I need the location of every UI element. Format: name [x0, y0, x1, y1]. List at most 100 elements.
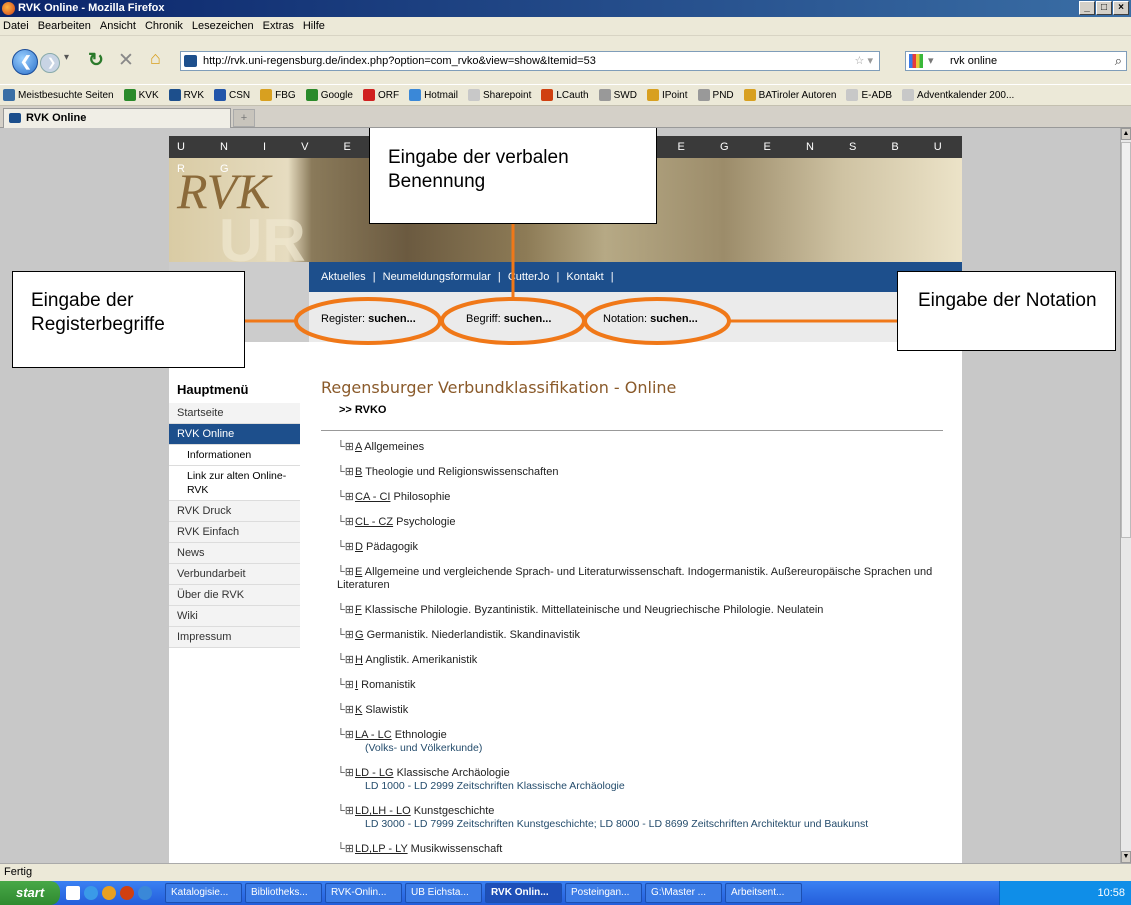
- annotation-left: Eingabe der Registerbegriffe: [12, 271, 245, 368]
- taskbar-item[interactable]: Arbeitsent...: [725, 883, 802, 903]
- bookmark-label: IPoint: [661, 89, 688, 101]
- maximize-button[interactable]: □: [1096, 1, 1112, 15]
- bookmark-label: ORF: [377, 89, 400, 101]
- bookmark-icon: [467, 89, 480, 101]
- bookmark-label: Hotmail: [424, 89, 458, 101]
- bookmark-label: Google: [320, 89, 353, 101]
- bookmark-orf[interactable]: ORF: [362, 89, 400, 101]
- quicklaunch-ie-icon[interactable]: [84, 886, 98, 900]
- tab-favicon-icon: [9, 113, 21, 123]
- bookmark-label: KVK: [138, 89, 159, 101]
- bookmark-kvk[interactable]: KVK: [123, 89, 159, 101]
- bookmark-icon: [902, 89, 915, 101]
- taskbar-item[interactable]: G:\Master ...: [645, 883, 722, 903]
- bookmark-icon: [168, 89, 181, 101]
- forward-arrow-icon: ❯: [47, 57, 57, 69]
- search-input[interactable]: ▾ rvk online ⌕: [905, 51, 1127, 71]
- menu-ansicht[interactable]: Ansicht: [100, 20, 136, 32]
- scroll-up-icon[interactable]: ▲: [1121, 128, 1131, 140]
- menu-bar: Datei Bearbeiten Ansicht Chronik Lesezei…: [0, 17, 1131, 36]
- bookmark-icon: [305, 89, 318, 101]
- back-arrow-icon: ❮: [20, 53, 32, 69]
- firefox-icon: [2, 2, 15, 15]
- bookmark-icon: [846, 89, 859, 101]
- bookmark-hotmail[interactable]: Hotmail: [409, 89, 458, 101]
- bookmark-icon: [362, 89, 375, 101]
- taskbar-item[interactable]: RVK-Onlin...: [325, 883, 402, 903]
- bookmark-google[interactable]: Google: [305, 89, 353, 101]
- bookmark-icon: [743, 89, 756, 101]
- menu-lesezeichen[interactable]: Lesezeichen: [192, 20, 254, 32]
- home-icon[interactable]: ⌂: [150, 48, 161, 69]
- annotation-right: Eingabe der Notation: [897, 271, 1116, 351]
- clock: 10:58: [1097, 887, 1125, 899]
- quicklaunch-app-icon[interactable]: [120, 886, 134, 900]
- menu-bearbeiten[interactable]: Bearbeiten: [38, 20, 91, 32]
- scroll-thumb[interactable]: [1121, 142, 1131, 538]
- bookmark-icon: [409, 89, 422, 101]
- bookmark-icon: [598, 89, 611, 101]
- scroll-down-icon[interactable]: ▼: [1121, 851, 1131, 863]
- bookmark-label: Adventkalender 200...: [917, 89, 1015, 101]
- bookmark-batiroler-autoren[interactable]: BATiroler Autoren: [743, 89, 836, 101]
- quick-launch: [66, 884, 162, 902]
- vertical-scrollbar[interactable]: ▲ ▼: [1120, 128, 1131, 863]
- bookmark-label: LCauth: [556, 89, 589, 101]
- bookmark-swd[interactable]: SWD: [598, 89, 637, 101]
- bookmark-adventkalender-200-[interactable]: Adventkalender 200...: [902, 89, 1014, 101]
- taskbar-item[interactable]: Posteingan...: [565, 883, 642, 903]
- tab-bar: RVK Online +: [0, 106, 1131, 128]
- bookmark-sharepoint[interactable]: Sharepoint: [467, 89, 532, 101]
- bookmark-star-icon[interactable]: ☆ ▾: [855, 52, 873, 70]
- stop-icon[interactable]: ✕: [118, 49, 134, 72]
- bookmark-icon: [260, 89, 273, 101]
- annotation-top: Eingabe der verbalen Benennung: [369, 128, 657, 224]
- engine-dropdown-icon[interactable]: ▾: [928, 52, 934, 70]
- tab-rvk-online[interactable]: RVK Online: [3, 108, 231, 128]
- bookmark-pnd[interactable]: PND: [697, 89, 734, 101]
- window-title: RVK Online - Mozilla Firefox: [18, 2, 165, 14]
- minimize-button[interactable]: _: [1079, 1, 1095, 15]
- page-viewport: U N I V E R S I T Ä T R E G E N S B U R …: [0, 128, 1120, 863]
- bookmark-label: Meistbesuchte Seiten: [18, 89, 114, 101]
- url-bar[interactable]: http://rvk.uni-regensburg.de/index.php?o…: [180, 51, 880, 71]
- forward-button[interactable]: ❯: [40, 53, 60, 73]
- search-value: rvk online: [950, 55, 998, 67]
- bookmark-icon: [541, 89, 554, 101]
- menu-extras[interactable]: Extras: [263, 20, 294, 32]
- bookmark-e-adb[interactable]: E-ADB: [846, 89, 892, 101]
- navigation-toolbar: ❮ ❯ ▾ ↻ ✕ ⌂ http://rvk.uni-regensburg.de…: [0, 36, 1131, 84]
- bookmark-ipoint[interactable]: IPoint: [646, 89, 688, 101]
- close-button[interactable]: ×: [1113, 1, 1129, 15]
- new-tab-button[interactable]: +: [233, 109, 255, 127]
- bookmark-meistbesuchte-seiten[interactable]: Meistbesuchte Seiten: [3, 89, 114, 101]
- taskbar-item[interactable]: RVK Onlin...: [485, 883, 562, 903]
- menu-datei[interactable]: Datei: [3, 20, 29, 32]
- bookmark-label: PND: [712, 89, 734, 101]
- bookmark-icon: [697, 89, 710, 101]
- menu-hilfe[interactable]: Hilfe: [303, 20, 325, 32]
- url-text: http://rvk.uni-regensburg.de/index.php?o…: [203, 55, 596, 67]
- status-bar: Fertig: [0, 863, 1131, 881]
- bookmark-icon: [646, 89, 659, 101]
- tab-label: RVK Online: [26, 112, 87, 124]
- taskbar-item[interactable]: Katalogisie...: [165, 883, 242, 903]
- google-search-engine-icon[interactable]: [909, 54, 923, 68]
- search-magnifier-icon[interactable]: ⌕: [1115, 52, 1122, 70]
- reload-icon[interactable]: ↻: [88, 49, 104, 72]
- bookmark-label: Sharepoint: [482, 89, 532, 101]
- bookmark-lcauth[interactable]: LCauth: [541, 89, 589, 101]
- bookmark-csn[interactable]: CSN: [214, 89, 250, 101]
- taskbar-item[interactable]: UB Eichsta...: [405, 883, 482, 903]
- quicklaunch-mail-icon[interactable]: [138, 886, 152, 900]
- history-dropdown-icon[interactable]: ▾: [64, 52, 69, 63]
- taskbar-item[interactable]: Bibliotheks...: [245, 883, 322, 903]
- bookmark-label: E-ADB: [861, 89, 893, 101]
- bookmark-fbg[interactable]: FBG: [260, 89, 296, 101]
- quicklaunch-firefox-icon[interactable]: [102, 886, 116, 900]
- start-button[interactable]: start: [0, 881, 60, 905]
- menu-chronik[interactable]: Chronik: [145, 20, 183, 32]
- bookmark-rvk[interactable]: RVK: [168, 89, 204, 101]
- quicklaunch-desktop-icon[interactable]: [66, 886, 80, 900]
- back-button[interactable]: ❮: [12, 49, 38, 75]
